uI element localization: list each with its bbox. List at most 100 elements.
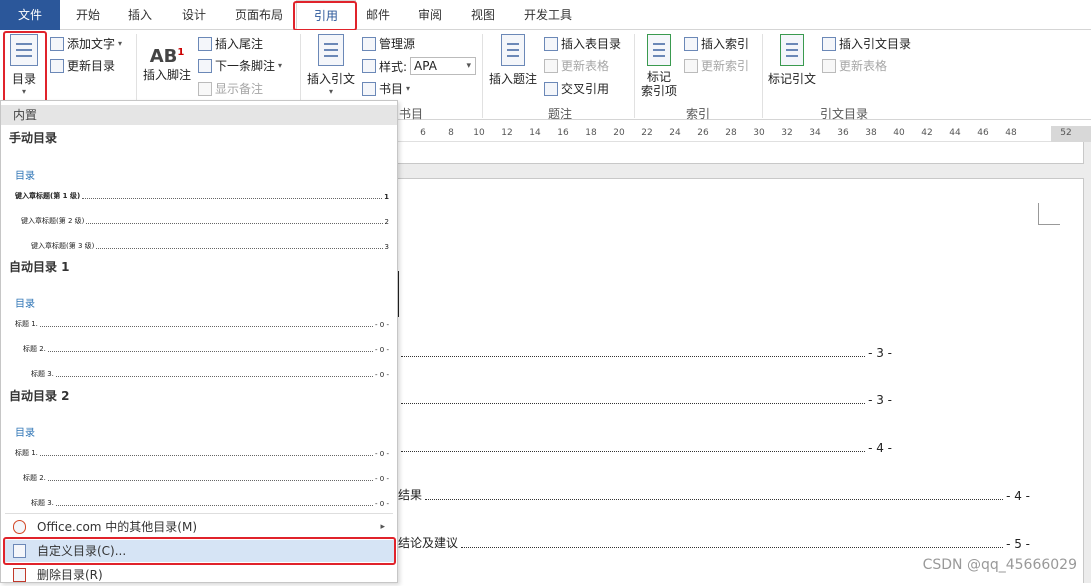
tab-file[interactable]: 文件 (0, 0, 60, 30)
tab-view[interactable]: 视图 (458, 0, 508, 30)
update-table-button[interactable]: 更新表格 (544, 57, 609, 74)
show-notes-label: 显示备注 (215, 80, 263, 97)
add-text-button[interactable]: 添加文字▾ (50, 35, 122, 52)
toc-entry-page: - 4 - (868, 441, 892, 455)
endnote-icon (198, 37, 212, 51)
ruler-tick-label: 34 (809, 128, 820, 138)
update-index-button[interactable]: 更新索引 (684, 57, 749, 74)
preview-heading: 目录 (15, 167, 35, 182)
ruler-tick-label: 6 (420, 128, 426, 138)
preview-row-label: 标题 2. (23, 344, 46, 354)
bibliography-icon (362, 82, 376, 96)
style-dropdown[interactable]: APA (410, 57, 476, 75)
manage-sources-button[interactable]: 管理源 (362, 35, 415, 52)
mark-citation-button[interactable]: 标记引文 (766, 34, 818, 87)
group-label-captions: 题注 (540, 105, 580, 122)
update-toc-button[interactable]: 更新目录 (50, 57, 115, 74)
manage-sources-icon (362, 37, 376, 51)
previous-page-bottom (398, 142, 1084, 164)
preview-row-page: 1 (384, 193, 389, 201)
next-footnote-button[interactable]: 下一条脚注▾ (198, 57, 282, 74)
preview-leader (48, 480, 373, 481)
custom-toc-icon (13, 544, 26, 558)
insert-toa-button[interactable]: 插入引文目录 (822, 35, 911, 52)
preview-leader (96, 248, 382, 249)
tab-home[interactable]: 开始 (62, 0, 114, 30)
gallery-title-manual: 手动目录 (9, 129, 57, 146)
chevron-down-icon: ▾ (6, 87, 42, 96)
insert-index-button[interactable]: 插入索引 (684, 35, 749, 52)
chevron-down-icon: ▾ (304, 87, 358, 96)
preview-row-label: 键入章标题(第 3 级) (31, 241, 94, 251)
mark-entry-icon (647, 34, 671, 66)
next-footnote-icon (198, 59, 212, 73)
insert-citation-button[interactable]: 插入引文 ▾ (304, 34, 358, 96)
bibliography-button[interactable]: 书目▾ (362, 80, 410, 97)
toc-entry[interactable]: - 3 - (398, 344, 892, 360)
cross-reference-button[interactable]: 交叉引用 (544, 80, 609, 97)
add-text-label: 添加文字 (67, 35, 115, 52)
cross-reference-icon (544, 82, 558, 96)
toc-entry[interactable]: 结论及建议- 5 - (398, 535, 1030, 551)
ruler-tick-label: 36 (837, 128, 848, 138)
insert-endnote-button[interactable]: 插入尾注 (198, 35, 263, 52)
tab-insert[interactable]: 插入 (114, 0, 166, 30)
style-label: 样式: (379, 58, 407, 75)
ruler-tick-label: 22 (641, 128, 652, 138)
menu-item-more-online-label: Office.com 中的其他目录(M) (37, 520, 197, 534)
insert-footnote-button[interactable]: AB1 插入脚注 (140, 40, 194, 83)
tab-layout[interactable]: 页面布局 (226, 0, 292, 30)
preview-row-label: 标题 3. (31, 498, 54, 508)
tab-developer[interactable]: 开发工具 (514, 0, 582, 30)
gallery-item-manual-toc[interactable]: 目录 键入章标题(第 1 级)1 键入章标题(第 2 级)2 键入章标题(第 3… (5, 147, 393, 251)
style-selector[interactable]: 样式:APA (362, 57, 476, 75)
caption-icon (501, 34, 525, 66)
ruler-tick-label: 18 (585, 128, 596, 138)
update-toa-button[interactable]: 更新表格 (822, 57, 887, 74)
insert-caption-label: 插入题注 (486, 70, 540, 87)
preview-row-label: 标题 3. (31, 369, 54, 379)
mark-citation-label: 标记引文 (766, 70, 818, 87)
preview-row-page: - 0 - (375, 500, 389, 508)
show-notes-button[interactable]: 显示备注 (198, 80, 263, 97)
horizontal-ruler[interactable]: 6810121416182022242628303234363840424446… (398, 126, 1091, 142)
tab-references[interactable]: 引用 (296, 0, 356, 30)
mark-entry-label: 标记 索引项 (638, 70, 680, 98)
table-of-authorities-icon (822, 37, 836, 51)
next-footnote-label: 下一条脚注 (215, 57, 275, 74)
preview-heading: 目录 (15, 295, 35, 310)
group-divider (634, 34, 635, 118)
ruler-tick-label: 12 (501, 128, 512, 138)
preview-row: 标题 2.- 0 - (23, 344, 389, 354)
insert-toa-label: 插入引文目录 (839, 35, 911, 52)
menu-item-custom-toc-label: 自定义目录(C)... (37, 544, 126, 558)
toc-entry[interactable]: - 3 - (398, 391, 892, 407)
toc-button[interactable]: 目录 ▾ (6, 34, 42, 96)
text-cursor (398, 271, 399, 317)
preview-row-page: - 0 - (375, 450, 389, 458)
tab-mailings[interactable]: 邮件 (356, 0, 400, 30)
ruler-tick-label: 40 (893, 128, 904, 138)
tab-design[interactable]: 设计 (168, 0, 220, 30)
footnote-icon: AB1 (140, 40, 194, 66)
menu-item-custom-toc[interactable]: 自定义目录(C)... (3, 540, 395, 562)
toc-entry[interactable]: - 4 - (398, 439, 892, 455)
menu-item-more-online[interactable]: Office.com 中的其他目录(M) ▸ (3, 516, 395, 538)
mark-entry-button[interactable]: 标记 索引项 (638, 34, 680, 98)
gallery-item-auto-toc-2[interactable]: 目录 标题 1.- 0 - 标题 2.- 0 - 标题 3.- 0 - (5, 406, 393, 508)
insert-caption-button[interactable]: 插入题注 (486, 34, 540, 87)
toc-button-label: 目录 (6, 70, 42, 87)
insert-footnote-label: 插入脚注 (140, 66, 194, 83)
toc-leader (461, 547, 1003, 548)
toc-entry-text: 结果 (398, 486, 422, 503)
insert-index-icon (684, 37, 698, 51)
tab-review[interactable]: 审阅 (406, 0, 454, 30)
document-page[interactable]: - 3 - - 3 - - 4 - 结果- 4 - 结论及建议- 5 - (398, 178, 1084, 583)
insert-tof-button[interactable]: 插入表目录 (544, 35, 621, 52)
table-of-figures-icon (544, 37, 558, 51)
menu-item-remove-toc-label: 删除目录(R) (37, 568, 103, 582)
toc-entry[interactable]: 结果- 4 - (398, 487, 1030, 503)
ruler-tick-label: 14 (529, 128, 540, 138)
gallery-item-auto-toc-1[interactable]: 目录 标题 1.- 0 - 标题 2.- 0 - 标题 3.- 0 - (5, 277, 393, 379)
group-divider (482, 34, 483, 118)
